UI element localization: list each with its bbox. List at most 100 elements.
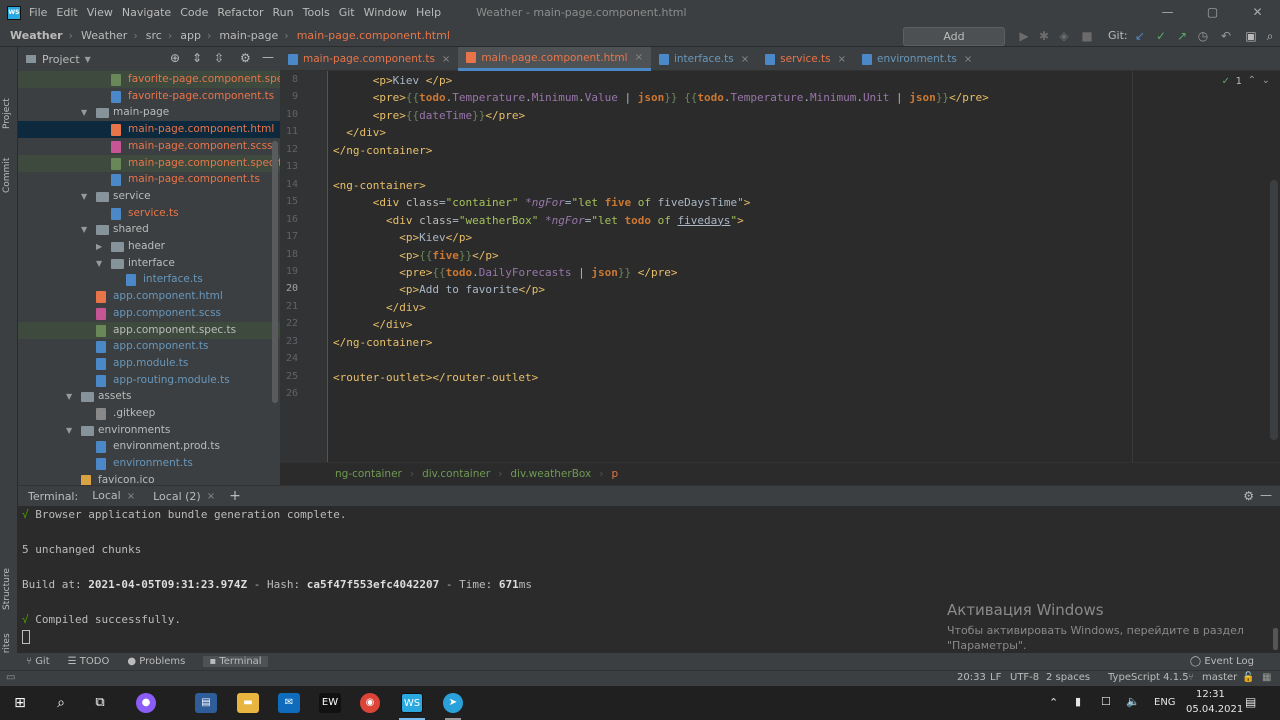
cursor-position[interactable]: 20:33 [957, 672, 986, 683]
layout-toggle-icon[interactable]: ▭ [6, 672, 15, 683]
terminal-tab-local-2[interactable]: Local (2) [149, 486, 205, 507]
tree-file[interactable]: .gitkeep [18, 405, 280, 422]
tree-file[interactable]: main-page.component.ts [18, 171, 280, 188]
close-icon[interactable]: × [127, 491, 135, 502]
ew-app-icon[interactable]: EW [319, 693, 341, 713]
menu-run[interactable]: Run [273, 6, 301, 19]
menu-edit[interactable]: Edit [56, 6, 84, 19]
menu-window[interactable]: Window [364, 6, 414, 19]
tree-file[interactable]: main-page.component.spec.ts [18, 154, 280, 172]
mail-icon[interactable]: ✉ [278, 693, 300, 713]
tree-file[interactable]: favorite-page.component.spec [18, 71, 280, 88]
chevron-down-icon[interactable]: ▼ [81, 104, 87, 121]
editor-crumb-weatherbox[interactable]: div.weatherBox [510, 468, 591, 480]
close-icon[interactable]: × [635, 52, 643, 63]
close-icon[interactable]: × [741, 54, 749, 65]
editor-scrollbar[interactable] [1270, 180, 1278, 440]
todo-tool-button[interactable]: ☰ TODO [68, 656, 110, 667]
editor-tab[interactable]: main-page.component.html × [458, 47, 651, 71]
input-language[interactable]: ENG [1154, 697, 1176, 708]
chevron-down-icon[interactable]: ▼ [85, 55, 91, 64]
debug-icon[interactable]: ✱ [1036, 28, 1052, 44]
terminal-scrollbar[interactable] [1273, 628, 1278, 650]
tree-file[interactable]: favicon.ico [18, 472, 280, 486]
typescript-version[interactable]: TypeScript 4.1.5 [1108, 672, 1189, 683]
chevron-down-icon[interactable]: ▼ [81, 188, 87, 205]
editor-tab[interactable]: interface.ts × [651, 47, 757, 71]
tree-file[interactable]: app.component.html [18, 288, 280, 305]
stop-icon[interactable]: ■ [1079, 28, 1095, 44]
usb-icon[interactable]: ▮ [1075, 695, 1081, 708]
notifications-icon[interactable]: ▤ [1245, 695, 1256, 709]
inspection-ok-icon[interactable]: ✓ [1222, 76, 1230, 87]
rollback-icon[interactable]: ↶ [1218, 28, 1234, 44]
editor-crumb-ng-container[interactable]: ng-container [335, 468, 402, 480]
line-separator[interactable]: LF [990, 672, 1001, 683]
close-icon[interactable]: × [442, 54, 450, 65]
tree-file[interactable]: interface.ts [18, 271, 280, 288]
menu-file[interactable]: File [29, 6, 54, 19]
tree-folder[interactable]: ▼ shared [18, 221, 280, 238]
menu-navigate[interactable]: Navigate [122, 6, 178, 19]
inspection-count[interactable]: 1 [1236, 76, 1242, 87]
tree-scrollbar[interactable] [272, 141, 278, 403]
terminal-tool-button[interactable]: ▪ Terminal [203, 656, 268, 667]
editor-crumb-p[interactable]: p [611, 468, 618, 480]
webstorm-icon[interactable]: WS [401, 693, 423, 713]
chevron-up-icon[interactable]: ⌃ [1248, 75, 1256, 86]
tree-file[interactable]: environment.ts [18, 455, 280, 472]
chevron-down-icon[interactable]: ⌄ [1262, 75, 1270, 86]
menu-help[interactable]: Help [416, 6, 448, 19]
close-icon[interactable]: × [964, 54, 972, 65]
locate-file-icon[interactable]: ⊕ [170, 51, 180, 65]
tree-folder[interactable]: ▼ assets [18, 388, 280, 405]
menu-tools[interactable]: Tools [303, 6, 337, 19]
git-tool-button[interactable]: ⑂ Git [26, 656, 50, 667]
menu-view[interactable]: View [87, 6, 120, 19]
tree-file[interactable]: app.module.ts [18, 355, 280, 372]
run-icon[interactable]: ▶ [1016, 28, 1032, 44]
task-view-icon[interactable]: ⧉ [89, 693, 111, 713]
gear-icon[interactable]: ⚙ [1243, 489, 1254, 503]
chevron-down-icon[interactable]: ▼ [96, 255, 102, 272]
gear-icon[interactable]: ⚙ [240, 51, 251, 65]
file-explorer-icon[interactable]: ▬ [237, 693, 259, 713]
tree-folder[interactable]: ▼ service [18, 188, 280, 205]
tree-file[interactable]: environment.prod.ts [18, 438, 280, 455]
terminal-tab-local[interactable]: Local [88, 485, 125, 508]
tree-folder[interactable]: ▼ main-page [18, 104, 280, 121]
memory-indicator-icon[interactable]: ▦ [1262, 672, 1271, 683]
lock-icon[interactable]: 🔓 [1242, 672, 1254, 683]
coverage-icon[interactable]: ◈ [1056, 28, 1072, 44]
breadcrumb-app[interactable]: app [180, 29, 201, 42]
tree-file[interactable]: main-page.component.html [18, 121, 280, 139]
git-push-icon[interactable]: ↗ [1174, 28, 1190, 44]
breadcrumb-main-page[interactable]: main-page [219, 29, 278, 42]
close-button[interactable]: ✕ [1235, 0, 1280, 25]
close-icon[interactable]: × [207, 491, 215, 502]
telegram-icon[interactable]: ➤ [443, 693, 463, 713]
maximize-button[interactable]: ▢ [1190, 0, 1235, 25]
menu-refactor[interactable]: Refactor [217, 6, 270, 19]
collapse-all-icon[interactable]: ⇳ [214, 51, 224, 65]
hide-panel-icon[interactable]: — [262, 50, 274, 64]
event-log-button[interactable]: ◯ Event Log [1190, 656, 1254, 667]
tree-file[interactable]: service.ts [18, 205, 280, 222]
menu-git[interactable]: Git [339, 6, 362, 19]
new-terminal-button[interactable]: + [229, 488, 241, 504]
git-history-icon[interactable]: ◷ [1195, 28, 1211, 44]
close-icon[interactable]: × [838, 54, 846, 65]
git-commit-icon[interactable]: ✓ [1153, 28, 1169, 44]
project-panel-title[interactable]: Project [42, 53, 80, 66]
chevron-down-icon[interactable]: ▼ [66, 388, 72, 405]
windows-start-icon[interactable]: ⊞ [9, 693, 31, 713]
tree-folder[interactable]: ▼ environments [18, 422, 280, 439]
indent-setting[interactable]: 2 spaces [1046, 672, 1090, 683]
chevron-down-icon[interactable]: ▼ [66, 422, 72, 439]
add-configuration-button[interactable]: Add Configuration... [903, 27, 1005, 60]
layout-icon[interactable]: ▣ [1243, 28, 1259, 44]
tree-file[interactable]: favorite-page.component.ts [18, 88, 280, 105]
minimize-button[interactable]: — [1145, 0, 1190, 25]
search-icon[interactable]: ⌕ [50, 693, 72, 713]
chevron-right-icon[interactable]: ▶ [96, 238, 102, 255]
